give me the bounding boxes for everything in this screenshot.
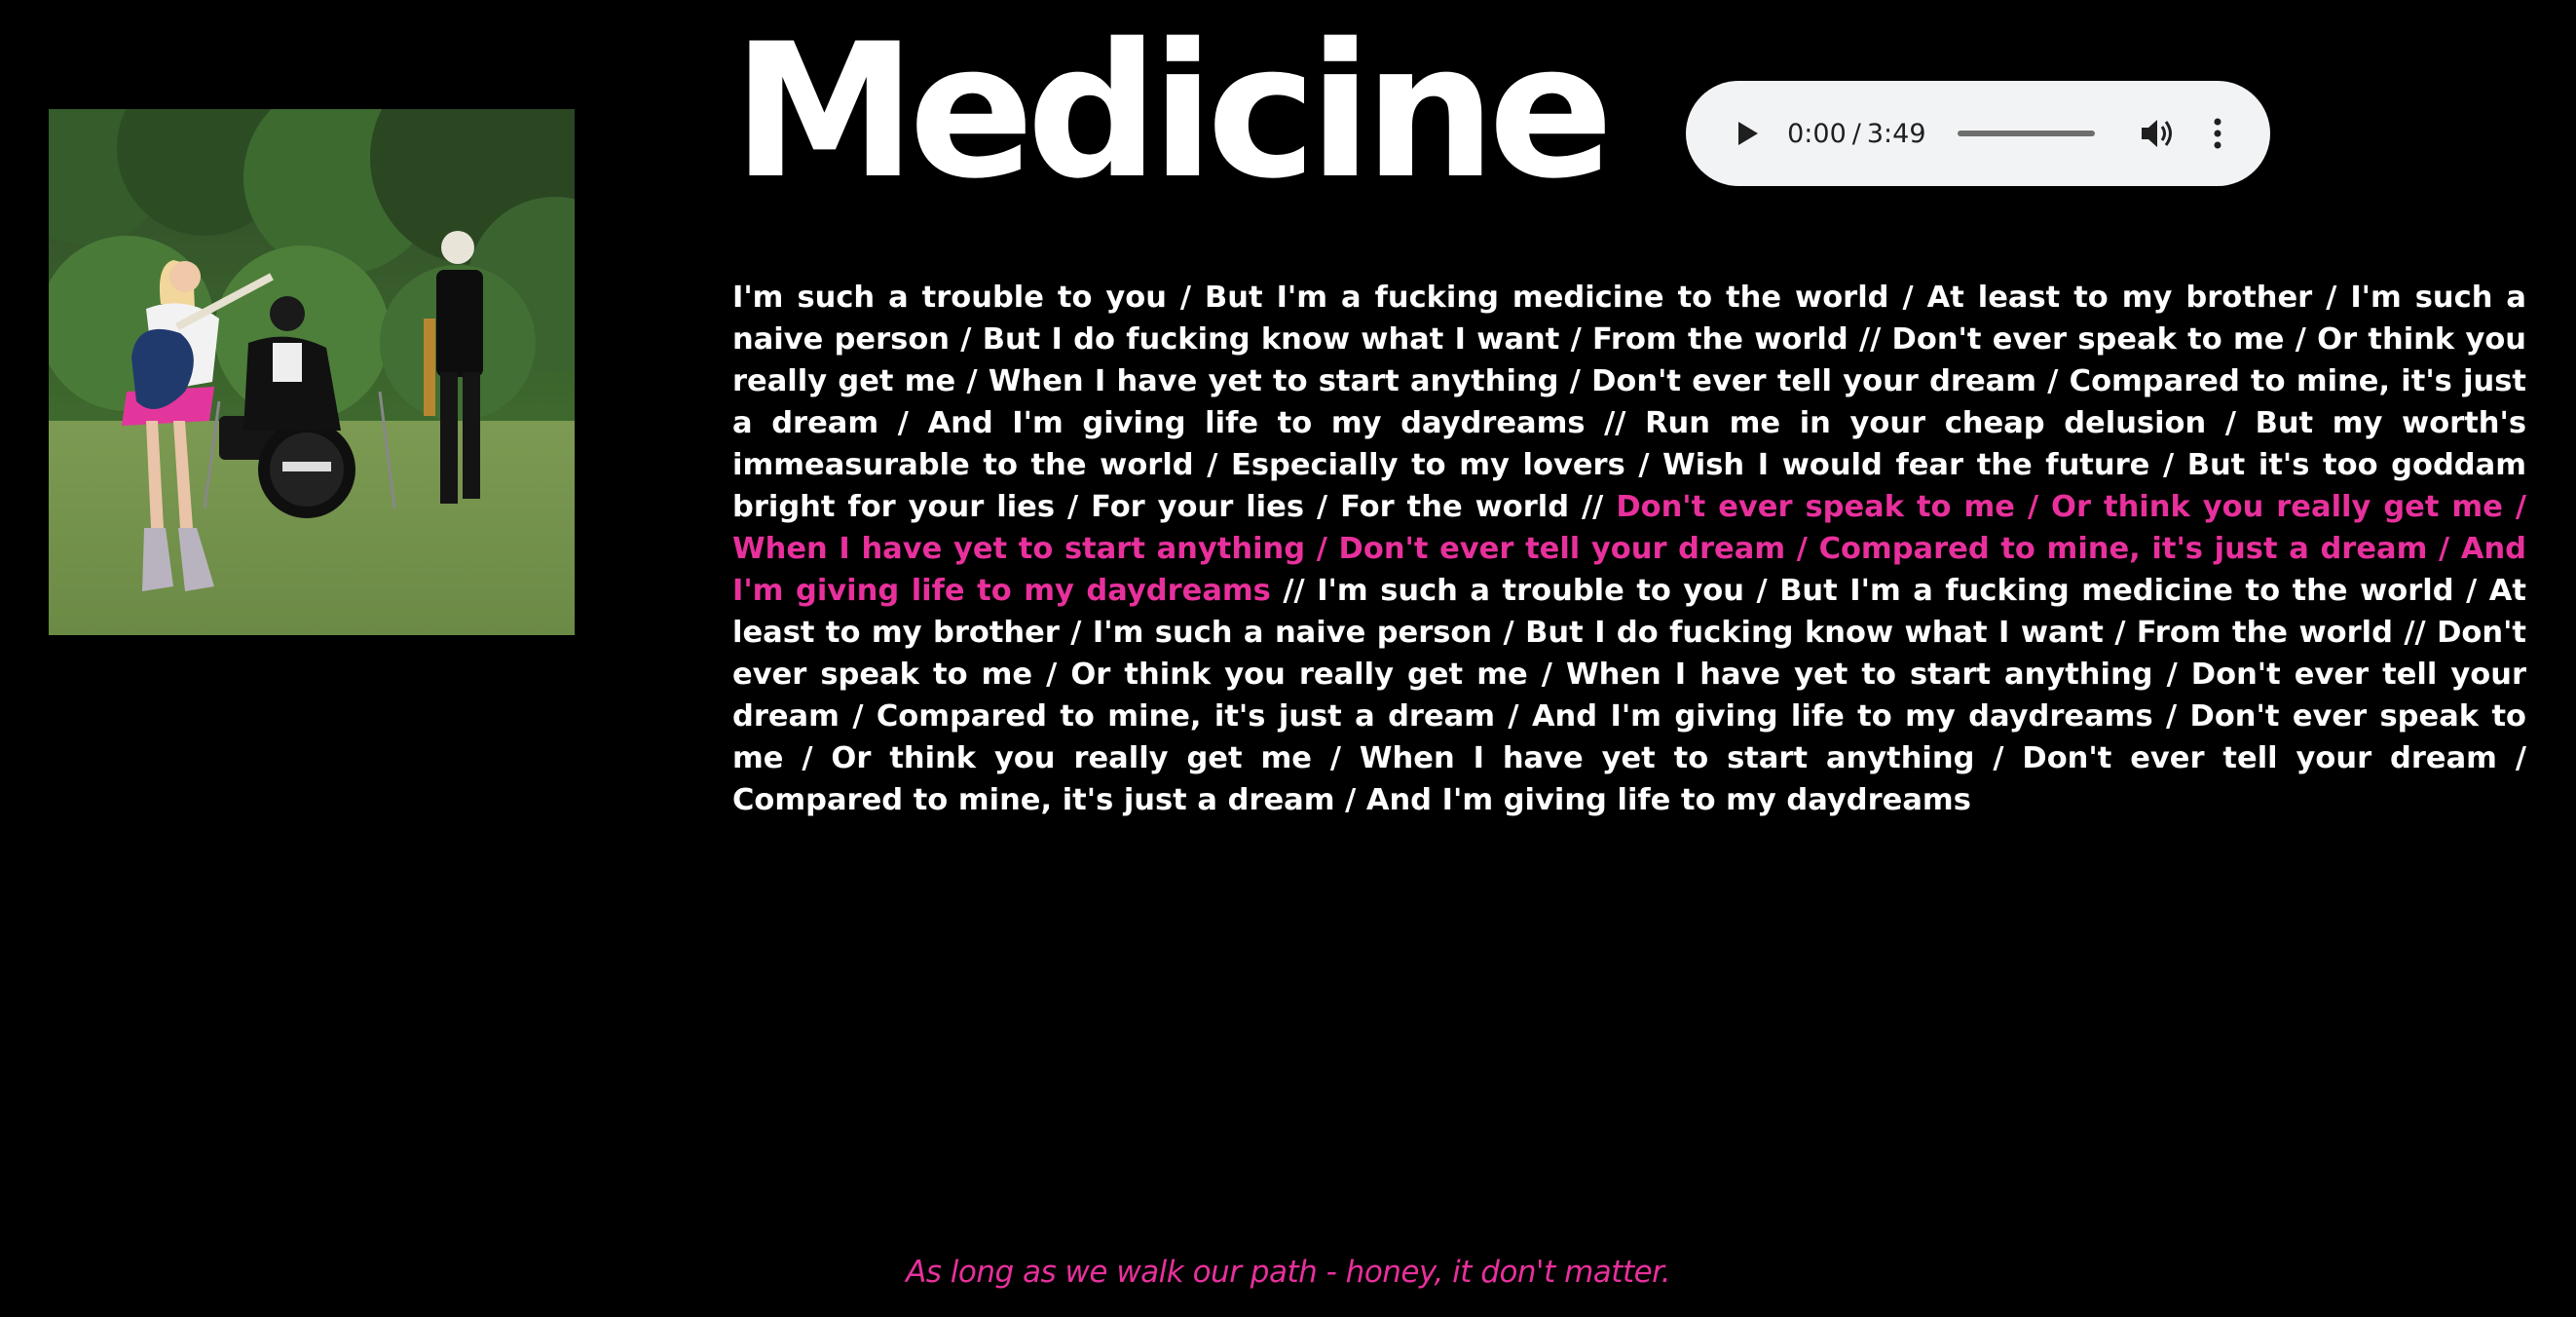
time-separator: /	[1851, 118, 1861, 149]
seek-slider[interactable]	[1957, 131, 2096, 136]
current-time: 0:00	[1787, 118, 1847, 149]
page: Medicine 0:00/3:49 I'm such a trouble to…	[0, 0, 2576, 1317]
lyrics-part-2: // I'm such a trouble to you / But I'm a…	[732, 574, 2526, 817]
play-icon[interactable]	[1725, 108, 1770, 159]
album-cover-image	[49, 109, 575, 635]
duration: 3:49	[1866, 118, 1926, 149]
footer-tagline: As long as we walk our path - honey, it …	[906, 1255, 1670, 1290]
lyrics-part-1: I'm such a trouble to you / But I'm a fu…	[732, 281, 2526, 524]
volume-icon[interactable]	[2136, 108, 2181, 159]
more-options-icon[interactable]	[2201, 108, 2235, 159]
lyrics-text: I'm such a trouble to you / But I'm a fu…	[732, 277, 2526, 821]
song-title: Medicine	[732, 4, 1614, 219]
audio-player[interactable]: 0:00/3:49	[1686, 81, 2270, 186]
time-display: 0:00/3:49	[1787, 119, 1925, 149]
